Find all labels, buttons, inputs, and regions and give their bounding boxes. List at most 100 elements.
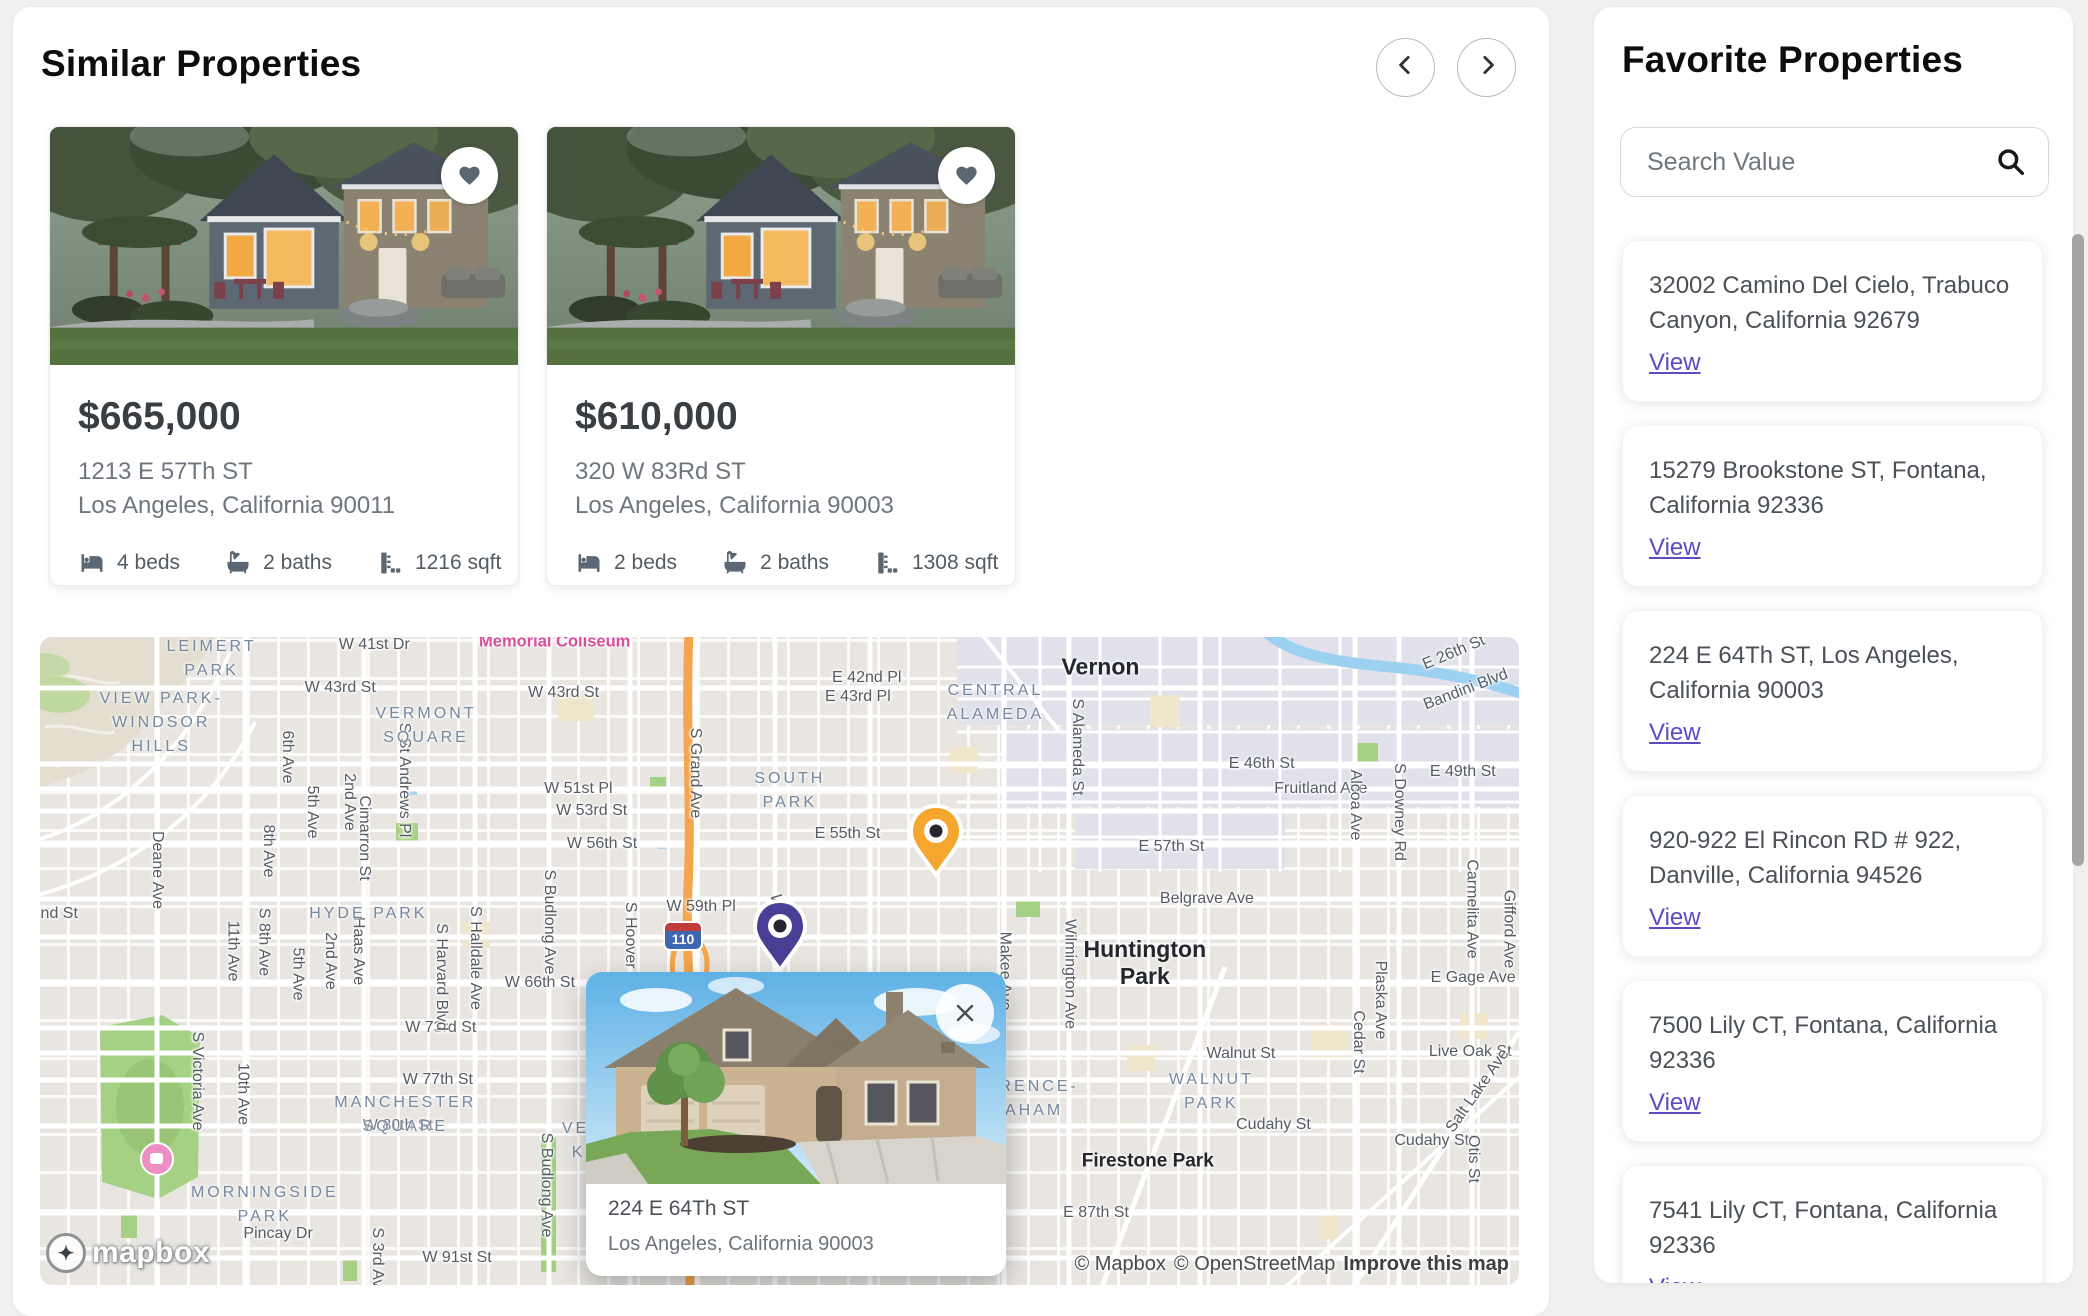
map-street-label: Plaska Ave xyxy=(1371,960,1389,1039)
sqft-stat: 1216 sqft xyxy=(376,549,501,577)
map-area-label: MANCHESTER SQUARE xyxy=(334,1091,476,1139)
page-scrollbar-thumb[interactable] xyxy=(2072,234,2084,866)
bath-icon xyxy=(721,549,749,577)
improve-map-link[interactable]: Improve this map xyxy=(1343,1253,1509,1275)
favorites-search xyxy=(1620,127,2049,197)
popup-text: 224 E 64Th ST Los Angeles, California 90… xyxy=(586,1184,1006,1256)
favorite-view-link[interactable]: View xyxy=(1649,1274,1701,1283)
map-area-label: MORNINGSIDE PARK xyxy=(191,1181,339,1229)
map-area-label: VERMONT SQUARE xyxy=(376,702,477,750)
search-input[interactable] xyxy=(1620,127,2049,197)
favorite-view-link[interactable]: View xyxy=(1649,904,1701,932)
map-area-label: CENTRAL ALAMEDA xyxy=(947,679,1044,727)
property-address: 1213 E 57Th ST xyxy=(78,455,490,489)
carousel-next-button[interactable] xyxy=(1457,38,1516,97)
popup-city: Los Angeles, California 90003 xyxy=(608,1233,984,1256)
map-street-label: S Downey Rd xyxy=(1390,763,1408,861)
favorite-view-link[interactable]: View xyxy=(1649,534,1701,562)
map-area-label: VIEW PARK- WINDSOR HILLS xyxy=(100,687,223,759)
sqft-value: 1216 sqft xyxy=(415,551,501,575)
property-city: Los Angeles, California 90003 xyxy=(575,489,987,523)
sqft-stat: 1308 sqft xyxy=(873,549,998,577)
map-street-label: E 87th St xyxy=(1063,1204,1129,1222)
similar-cards-row: $665,000 1213 E 57Th ST Los Angeles, Cal… xyxy=(49,126,1016,586)
map[interactable]: W 41st Dr W 43rd St W 43rd St E 42nd Pl … xyxy=(40,637,1519,1285)
map-street-label: S Harvard Blvd xyxy=(432,923,450,1031)
mapbox-wordmark: mapbox xyxy=(92,1236,210,1270)
carousel-prev-button[interactable] xyxy=(1376,38,1435,97)
map-street-label: S Budlong Ave xyxy=(540,870,558,975)
favorite-item: 224 E 64Th ST, Los Angeles, California 9… xyxy=(1622,610,2043,772)
map-street-label: S Budlong Ave xyxy=(537,1132,555,1237)
map-street-label: S Alameda St xyxy=(1068,699,1086,796)
map-street-label: W 43rd St xyxy=(528,684,599,702)
map-city-label: Vernon xyxy=(1061,653,1139,680)
popup-close-button[interactable] xyxy=(936,984,994,1042)
popup-photo xyxy=(586,972,1006,1184)
property-city: Los Angeles, California 90011 xyxy=(78,489,490,523)
property-price: $610,000 xyxy=(575,395,987,439)
map-area-label: WALNUT PARK xyxy=(1169,1068,1254,1116)
property-photo xyxy=(547,127,1015,365)
favorite-properties-panel: Favorite Properties 32002 Camino Del Cie… xyxy=(1594,7,2073,1283)
map-city-label: Huntington Park xyxy=(1084,936,1207,990)
search-icon[interactable] xyxy=(1995,146,2027,178)
favorite-view-link[interactable]: View xyxy=(1649,1089,1701,1117)
map-street-label: 5th Ave xyxy=(288,947,306,1000)
mapbox-logo[interactable]: ✦ mapbox xyxy=(46,1233,210,1273)
map-street-label: 10th Ave xyxy=(234,1063,252,1125)
map-street-label: 11th Ave xyxy=(223,921,241,982)
favorite-address: 15279 Brookstone ST, Fontana, California… xyxy=(1649,453,2016,523)
favorite-view-link[interactable]: View xyxy=(1649,349,1701,377)
map-street-label: Walnut St xyxy=(1207,1045,1276,1063)
similar-properties-title: Similar Properties xyxy=(41,43,361,85)
map-street-label: S Halldale Ave xyxy=(466,906,484,1010)
baths-stat: 2 baths xyxy=(721,549,829,577)
map-street-label: 2nd Ave xyxy=(321,932,339,990)
attribution-osm-link[interactable]: © OpenStreetMap xyxy=(1174,1253,1335,1275)
property-marker-orange[interactable] xyxy=(907,803,965,879)
map-attribution: © Mapbox © OpenStreetMap Improve this map xyxy=(1066,1253,1509,1276)
map-street-label: Gifford Ave xyxy=(1500,889,1518,968)
favorite-item: 7500 Lily CT, Fontana, California 92336 … xyxy=(1622,980,2043,1142)
beds-value: 4 beds xyxy=(117,551,180,575)
attribution-mapbox-link[interactable]: © Mapbox xyxy=(1074,1253,1165,1275)
bath-icon xyxy=(224,549,252,577)
chevron-left-icon xyxy=(1393,52,1419,83)
interstate-110-shield: 110 xyxy=(663,921,703,951)
baths-value: 2 baths xyxy=(760,551,829,575)
map-street-label: W 53rd St xyxy=(556,802,627,820)
favorite-address: 224 E 64Th ST, Los Angeles, California 9… xyxy=(1649,638,2016,708)
popup-address: 224 E 64Th ST xyxy=(608,1197,984,1221)
map-area-label: LEIMERT PARK xyxy=(167,637,257,683)
map-street-label: S 3rd Ave xyxy=(368,1228,386,1285)
map-area-label: HYDE PARK xyxy=(309,902,427,926)
map-street-label: S Grand Ave xyxy=(686,728,704,818)
map-street-label: E 57th St xyxy=(1139,838,1205,856)
map-street-label: 8th Ave xyxy=(259,824,277,877)
map-street-label: Haas Ave xyxy=(349,917,367,985)
property-photo xyxy=(50,127,518,365)
map-street-label: 5th Ave xyxy=(303,785,321,838)
baths-value: 2 baths xyxy=(263,551,332,575)
favorite-view-link[interactable]: View xyxy=(1649,719,1701,747)
map-street-label: E 42nd Pl xyxy=(832,669,901,687)
map-street-label: S 8th Ave xyxy=(254,907,272,975)
favorites-list: 32002 Camino Del Cielo, Trabuco Canyon, … xyxy=(1622,240,2043,1283)
property-marker-purple[interactable] xyxy=(751,898,809,974)
favorite-address: 7541 Lily CT, Fontana, California 92336 xyxy=(1649,1193,2016,1263)
property-card[interactable]: $610,000 320 W 83Rd ST Los Angeles, Cali… xyxy=(546,126,1016,586)
map-poi-label: Memorial Coliseum xyxy=(479,637,630,652)
favorite-address: 32002 Camino Del Cielo, Trabuco Canyon, … xyxy=(1649,268,2016,338)
property-card[interactable]: $665,000 1213 E 57Th ST Los Angeles, Cal… xyxy=(49,126,519,586)
chevron-right-icon xyxy=(1474,52,1500,83)
favorite-heart-button[interactable] xyxy=(441,147,498,204)
beds-value: 2 beds xyxy=(614,551,677,575)
favorite-item: 32002 Camino Del Cielo, Trabuco Canyon, … xyxy=(1622,240,2043,402)
map-street-label: W 91st St xyxy=(422,1249,491,1267)
map-street-label: E 46th St xyxy=(1229,755,1295,773)
property-card-body: $665,000 1213 E 57Th ST Los Angeles, Cal… xyxy=(50,365,518,577)
favorite-heart-button[interactable] xyxy=(938,147,995,204)
map-street-label: E 49th St xyxy=(1430,763,1496,781)
map-street-label: Carmelita Ave xyxy=(1463,860,1481,959)
